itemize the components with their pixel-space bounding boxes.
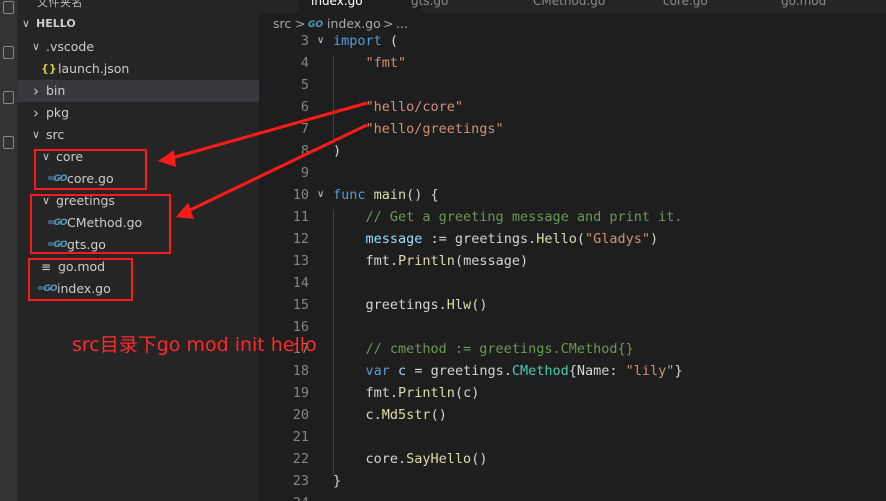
tree-item-bin[interactable]: › bin [17,80,259,102]
explorer-sidebar: 文件夹名 ∨ HELLO ∨ .vscode{} launch.json › bin › pkg… [17,0,259,501]
tab-bar: index.go gts.go CMethod.go core.go go.mod [259,0,886,13]
line-number: 9 [300,165,309,181]
tree-item-label: pkg [46,105,70,120]
breadcrumb-separator: > [383,16,394,31]
chevron-down-icon[interactable]: ∨ [31,36,41,58]
run-debug-icon[interactable] [3,136,14,149]
go-file-icon: =GO [47,218,68,228]
breadcrumb-folder[interactable]: src [273,13,291,35]
line-number: 7 [300,121,309,137]
breadcrumb-separator: > [295,16,306,31]
go-file-icon: GO [308,20,324,30]
breadcrumb-symbols[interactable]: ... [396,13,408,35]
tree-item-launch-json[interactable]: {} launch.json [17,58,259,80]
explorer-header: 文件夹名 [37,0,83,9]
tab-core-go[interactable]: core.go [651,0,773,13]
chevron-down-icon[interactable]: ∨ [21,13,31,35]
fold-chevron-icon[interactable]: ∨ [317,35,324,46]
tree-item-label: src [46,127,65,142]
tree-item-label: core [56,149,84,164]
tree-item-pkg[interactable]: › pkg [17,102,259,124]
code-line[interactable]: "fmt" [333,55,407,71]
tree-item-go-mod[interactable]: ≡ go.mod [17,256,259,278]
code-line[interactable]: } [333,473,341,489]
line-number: 3 [300,33,309,49]
code-line[interactable]: import ( [333,33,398,49]
line-number: 24 [259,495,309,501]
tree-item-hello[interactable]: ∨ HELLO [17,13,259,35]
code-line[interactable]: // cmethod := greetings.CMethod{} [333,341,634,357]
line-number: 11 [292,209,309,225]
code-line[interactable]: greetings.Hlw() [333,297,488,313]
tree-item-label: gts.go [67,237,106,252]
activity-bar [0,0,17,501]
chevron-right-icon[interactable]: › [31,102,41,124]
line-number: 21 [292,429,309,445]
tab-cmethod-go[interactable]: CMethod.go [521,0,643,13]
tab-gts-go[interactable]: gts.go [399,0,521,13]
go-file-icon: =GO [47,174,68,184]
tree-item-label: HELLO [36,17,76,30]
line-number: 8 [300,143,309,159]
tree-item-label: bin [46,83,66,98]
line-number: 17 [292,341,309,357]
tab-go-mod[interactable]: go.mod [769,0,886,13]
line-number: 19 [292,385,309,401]
tree-item-gts-go[interactable]: =GO gts.go [17,234,259,256]
tree-item-core-go[interactable]: =GO core.go [17,168,259,190]
fold-chevron-icon[interactable]: ∨ [317,189,324,200]
line-number: 10 [292,187,309,203]
mod-file-icon: ≡ [41,260,52,274]
chevron-down-icon[interactable]: ∨ [31,124,41,146]
go-file-icon: =GO [47,240,68,250]
chevron-down-icon[interactable]: ∨ [41,190,51,212]
code-line[interactable]: fmt.Println(c) [333,385,480,401]
code-line[interactable]: // Get a greeting message and print it. [333,209,683,225]
tree-item-src[interactable]: ∨ src [17,124,259,146]
code-line[interactable]: "hello/greetings" [333,121,504,137]
tree-item-core[interactable]: ∨ core [17,146,259,168]
code-line[interactable]: core.SayHello() [333,451,488,467]
line-number: 4 [300,55,309,71]
line-number: 15 [292,297,309,313]
line-number: 12 [292,231,309,247]
tree-item-label: CMethod.go [67,215,143,230]
line-number: 16 [292,319,309,335]
go-file-icon: =GO [37,284,58,294]
code-line[interactable]: fmt.Println(message) [333,253,529,269]
line-number: 5 [300,77,309,93]
search-icon[interactable] [3,46,14,59]
editor-area: index.go gts.go CMethod.go core.go go.mod sr… [259,0,886,501]
tree-item-cmethod-go[interactable]: =GO CMethod.go [17,212,259,234]
source-control-icon[interactable] [3,91,14,104]
line-number: 22 [292,451,309,467]
code-line[interactable]: func main() { [333,187,439,203]
tree-item-label: launch.json [58,61,130,76]
json-file-icon: {} [41,62,57,75]
line-number: 23 [292,473,309,489]
tree-item-label: core.go [67,171,114,186]
code-line[interactable]: var c = greetings.CMethod{Name: "lily"} [333,363,683,379]
tree-item-vscode[interactable]: ∨ .vscode [17,36,259,58]
chevron-down-icon[interactable]: ∨ [41,146,51,168]
code-line[interactable]: ) [333,143,341,159]
tree-item-label: go.mod [58,259,106,274]
line-number: 20 [292,407,309,423]
chevron-right-icon[interactable]: › [31,80,41,102]
tree-item-label: index.go [57,281,111,296]
breadcrumb: src > GO index.go > ... [259,13,886,35]
tree-item-index-go[interactable]: =GO index.go [17,278,259,300]
line-number: 18 [292,363,309,379]
breadcrumb-file[interactable]: index.go [327,13,381,35]
code-line[interactable]: "hello/core" [333,99,464,115]
line-number: 13 [292,253,309,269]
line-number: 14 [292,275,309,291]
tree-item-label: greetings [56,193,115,208]
code-line[interactable]: message := greetings.Hello("Gladys") [333,231,659,247]
tree-item-label: .vscode [46,39,95,54]
tree-item-greetings[interactable]: ∨ greetings [17,190,259,212]
explorer-icon[interactable] [3,1,14,14]
line-number: 6 [300,99,309,115]
code-line[interactable]: c.Md5str() [333,407,447,423]
